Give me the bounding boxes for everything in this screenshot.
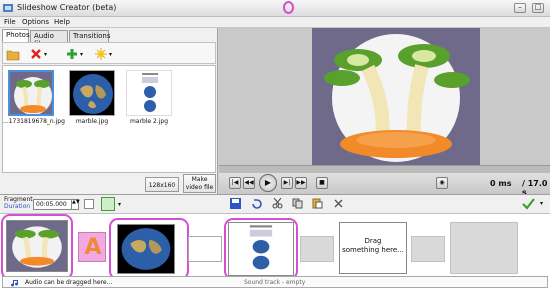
title-bar: Slideshow Creator (beta) – □	[0, 0, 550, 17]
menu-help[interactable]: Help	[54, 18, 70, 26]
next-icon[interactable]: ▶|	[281, 177, 293, 189]
duration-label-text: Duration	[4, 203, 31, 210]
make-video-button[interactable]: Make video file	[183, 174, 216, 193]
go-end-icon[interactable]: ▶▶	[295, 177, 307, 189]
close-icon[interactable]	[333, 198, 344, 209]
globe-image	[118, 225, 174, 273]
timeline-slot-globe[interactable]	[117, 224, 175, 274]
fragment-label-text: Fragment	[4, 196, 33, 203]
highlight-ellipse	[283, 1, 294, 14]
dropdown-arrow-icon[interactable]: ▾	[118, 201, 121, 208]
media-bottom-bar: 128x160 Make video file	[2, 174, 216, 193]
maximize-button[interactable]: □	[532, 3, 544, 13]
dropdown-arrow-icon[interactable]: ▾	[80, 51, 83, 58]
paste-icon[interactable]	[312, 198, 323, 209]
seek-bar[interactable]	[219, 165, 550, 173]
cut-icon[interactable]	[272, 198, 283, 209]
menu-file[interactable]: File	[4, 18, 16, 26]
thumbnail-label: ...1731819678_n.jpg	[3, 118, 65, 125]
transition-slot-empty[interactable]	[300, 236, 334, 262]
audio-hint: Audio can be dragged here...	[25, 279, 113, 286]
thumbnail-label: marble.jpg	[75, 118, 109, 125]
transition-slot-empty[interactable]	[188, 236, 222, 262]
sound-track-label: Sound track - empty	[244, 279, 306, 286]
app-icon	[3, 4, 13, 12]
open-folder-icon[interactable]	[6, 47, 20, 61]
make-video-label: video file	[185, 184, 214, 191]
effects-icon[interactable]	[94, 47, 108, 61]
delete-icon[interactable]	[29, 47, 43, 61]
fruit-plate-image	[10, 72, 52, 114]
transition-icon: A	[84, 235, 102, 260]
media-panel: Photos Audio files Transitions ▾ ▾ ▾	[0, 28, 218, 194]
check-icon[interactable]	[522, 197, 535, 210]
duration-spinner[interactable]: ▲▼	[71, 199, 80, 210]
media-toolbar: ▾ ▾ ▾	[2, 42, 216, 64]
thumbnail-list: ...1731819678_n.jpg marble.jpg marble 2.…	[2, 65, 216, 173]
fragment-color-icon[interactable]	[101, 197, 115, 211]
add-icon[interactable]	[65, 47, 79, 61]
timeline-slot-fruit[interactable]	[6, 220, 68, 272]
drop-hint: Drag something here...	[340, 237, 406, 255]
stop-icon[interactable]: ■	[316, 177, 328, 189]
window-title: Slideshow Creator (beta)	[17, 3, 117, 12]
empty-slot[interactable]	[450, 222, 518, 274]
document-image	[127, 71, 171, 115]
tab-photos[interactable]: Photos	[2, 29, 30, 42]
thumbnail-label: marble 2.jpg	[129, 118, 169, 125]
tab-transitions[interactable]: Transitions	[69, 30, 111, 42]
dropdown-arrow-icon[interactable]: ▾	[44, 51, 47, 58]
music-note-icon	[11, 280, 19, 287]
drop-hint-line: Drag	[364, 237, 382, 245]
timeline-slot-doc[interactable]	[228, 222, 294, 276]
fragment-bar: Fragment Duration 00:05.000 ▲▼ ▾ ▾	[0, 194, 550, 214]
fragment-checkbox[interactable]	[84, 199, 94, 209]
drop-target[interactable]: Drag something here...	[339, 222, 407, 274]
tab-audio-files[interactable]: Audio files	[30, 30, 68, 48]
preview-image	[312, 28, 480, 165]
menu-options[interactable]: Options	[22, 18, 49, 26]
undo-icon[interactable]	[251, 198, 262, 209]
copy-icon[interactable]	[292, 198, 303, 209]
prev-icon[interactable]: ◀◀	[243, 177, 255, 189]
globe-image	[70, 71, 114, 115]
menu-bar: File Options Help	[0, 17, 550, 28]
save-icon[interactable]	[230, 198, 241, 209]
go-start-icon[interactable]: |◀	[229, 177, 241, 189]
fragment-label: Fragment Duration	[4, 196, 33, 210]
fruit-plate-image	[7, 221, 67, 271]
document-image	[229, 223, 293, 275]
dropdown-arrow-icon[interactable]: ▾	[540, 200, 543, 207]
make-video-label: Make	[191, 176, 208, 183]
snapshot-icon[interactable]: ◉	[436, 177, 448, 189]
resolution-button[interactable]: 128x160	[145, 177, 179, 192]
minimize-button[interactable]: –	[514, 3, 526, 13]
thumbnail-doc[interactable]	[126, 70, 172, 116]
fruit-plate-image	[312, 28, 480, 165]
drop-hint-line: something here...	[342, 246, 404, 254]
thumbnail-fruit[interactable]	[8, 70, 54, 116]
transition-slot-empty[interactable]	[411, 236, 445, 262]
thumbnail-globe[interactable]	[69, 70, 115, 116]
play-button[interactable]: ▶	[259, 174, 277, 192]
dropdown-arrow-icon[interactable]: ▾	[109, 51, 112, 58]
audio-track[interactable]: Audio can be dragged here... Sound track…	[2, 276, 548, 288]
transition-slot[interactable]: A	[78, 232, 106, 262]
time-current: 0 ms	[490, 179, 512, 188]
